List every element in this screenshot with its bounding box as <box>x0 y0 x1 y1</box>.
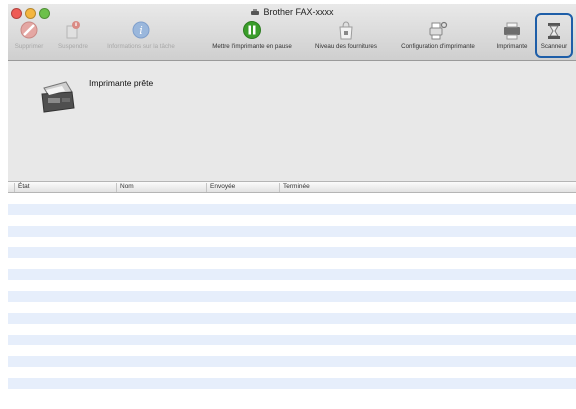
printer-setup-button[interactable]: Configuration d'imprimante <box>386 20 490 58</box>
table-row <box>8 334 576 346</box>
svg-text:i: i <box>139 24 143 37</box>
table-row <box>8 236 576 248</box>
delete-icon <box>20 21 38 39</box>
supply-levels-label: Niveau des fournitures <box>315 43 377 50</box>
pause-job-button[interactable]: Suspendre <box>52 20 94 58</box>
fax-machine-icon <box>41 81 75 113</box>
column-header-name[interactable]: Nom <box>116 183 134 192</box>
table-row <box>8 312 576 324</box>
job-list-header: État Nom Envoyée Terminée <box>8 181 576 193</box>
printer-tab-label: Imprimante <box>496 43 528 50</box>
pause-job-label: Suspendre <box>58 43 88 50</box>
printer-tab-button[interactable]: Imprimante <box>492 20 532 58</box>
table-row <box>8 269 576 281</box>
table-row <box>8 258 576 270</box>
printer-setup-label: Configuration d'imprimante <box>401 43 475 50</box>
supply-bag-icon <box>339 21 353 40</box>
table-row <box>8 291 576 302</box>
table-row <box>8 193 576 204</box>
window-title-text: Brother FAX-xxxx <box>263 7 334 17</box>
table-row <box>8 378 576 390</box>
column-header-finished[interactable]: Terminée <box>279 183 310 192</box>
printer-icon <box>504 22 520 40</box>
scanner-tab-button[interactable]: Scanneur <box>536 20 572 58</box>
supply-levels-button[interactable]: Niveau des fournitures <box>306 20 386 58</box>
info-icon: i <box>132 21 150 39</box>
print-queue-window: Brother FAX-xxxx Supprimer Suspendre i I… <box>8 4 576 409</box>
table-row <box>8 214 576 226</box>
job-list <box>8 193 576 409</box>
pause-printer-icon <box>243 21 261 39</box>
toolbar: Brother FAX-xxxx Supprimer Suspendre i I… <box>8 4 576 61</box>
table-row <box>8 280 576 292</box>
job-info-label: Informations sur la tâche <box>107 43 175 50</box>
table-row <box>8 203 576 215</box>
scanner-icon <box>548 23 560 39</box>
printer-setup-icon <box>429 21 448 40</box>
printer-status-area: Imprimante prête <box>8 61 576 181</box>
table-row <box>8 225 576 237</box>
printer-status-text: Imprimante prête <box>89 78 154 88</box>
table-row <box>8 367 576 379</box>
column-header-sent[interactable]: Envoyée <box>206 183 235 192</box>
table-row <box>8 247 576 259</box>
delete-label: Supprimer <box>14 43 44 50</box>
pause-job-icon <box>66 21 80 39</box>
delete-button[interactable]: Supprimer <box>8 20 50 58</box>
scanner-tab-label: Scanneur <box>540 43 568 50</box>
table-row <box>8 356 576 368</box>
table-row <box>8 323 576 335</box>
pause-printer-label: Mettre l'imprimante en pause <box>212 43 292 50</box>
job-info-button[interactable]: i Informations sur la tâche <box>96 20 186 58</box>
table-row <box>8 301 576 313</box>
table-row <box>8 345 576 357</box>
column-header-state[interactable]: État <box>14 183 30 192</box>
window-title: Brother FAX-xxxx <box>8 7 576 17</box>
pause-printer-button[interactable]: Mettre l'imprimante en pause <box>198 20 306 58</box>
printer-icon <box>251 9 260 15</box>
table-row <box>8 389 576 400</box>
